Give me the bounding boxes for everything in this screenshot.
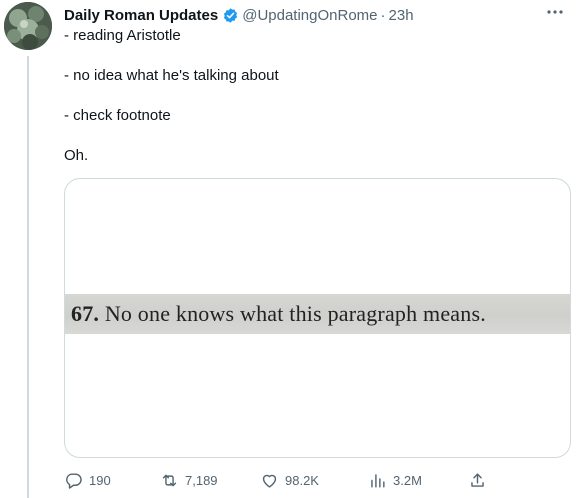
more-icon[interactable] (543, 2, 567, 22)
retweet-button[interactable]: 7,189 (160, 468, 218, 492)
share-button[interactable] (468, 468, 487, 492)
like-button[interactable]: 98.2K (260, 468, 319, 492)
verified-badge-icon (222, 7, 239, 24)
avatar[interactable] (4, 2, 52, 50)
tweet-media-image[interactable]: 67. No one knows what this paragraph mea… (64, 178, 571, 458)
tweet-actions: 190 7,189 98.2K 3.2M (64, 468, 569, 492)
tweet-text-line: - no idea what he's talking about (64, 67, 279, 84)
book-excerpt-text: 67. No one knows what this paragraph mea… (65, 301, 486, 327)
reply-button[interactable]: 190 (64, 468, 111, 492)
tweet-text-line: Oh. (64, 147, 89, 164)
heart-icon (260, 471, 279, 490)
reply-count: 190 (89, 472, 111, 488)
footnote-number: 67. (71, 301, 100, 326)
tweet-header: Daily Roman Updates @UpdatingOnRome · 23… (64, 5, 414, 25)
author-name[interactable]: Daily Roman Updates (64, 7, 218, 24)
reply-icon (64, 471, 83, 490)
views-icon (368, 471, 387, 490)
like-count: 98.2K (285, 472, 319, 488)
retweet-icon (160, 471, 179, 490)
header-separator: · (380, 6, 386, 24)
tweet-text-line: - reading Aristotle (64, 27, 181, 44)
footnote-sentence: No one knows what this paragraph means. (104, 301, 486, 326)
share-icon (468, 471, 487, 490)
retweet-count: 7,189 (185, 472, 218, 488)
tweet-text-line: - check footnote (64, 107, 171, 124)
views-button[interactable]: 3.2M (368, 468, 422, 492)
views-count: 3.2M (393, 472, 422, 488)
book-excerpt-photo: 67. No one knows what this paragraph mea… (65, 294, 570, 334)
thread-line (27, 56, 29, 498)
avatar-image (4, 2, 52, 50)
author-handle[interactable]: @UpdatingOnRome (242, 7, 377, 24)
tweet-timestamp[interactable]: 23h (389, 7, 414, 24)
